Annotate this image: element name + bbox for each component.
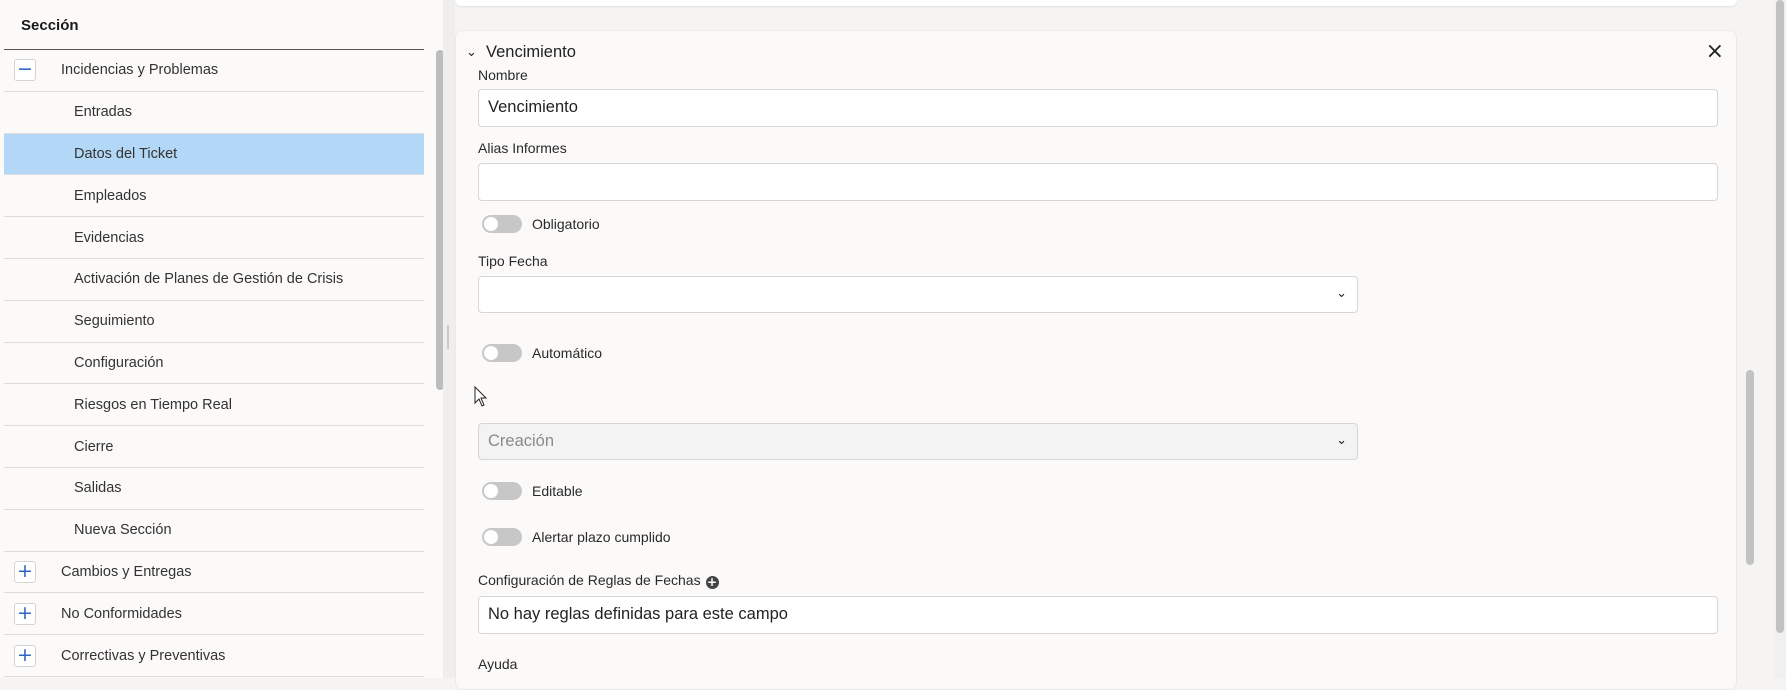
nombre-label: Nombre [478, 67, 528, 83]
tipo-fecha-label: Tipo Fecha [478, 253, 548, 269]
page-scrollbar-thumb[interactable] [1776, 0, 1784, 633]
tree-item-entradas[interactable]: Entradas [4, 92, 424, 134]
tree-item-riesgos[interactable]: Riesgos en Tiempo Real [4, 384, 424, 427]
section-tree: − Incidencias y Problemas Entradas Datos… [4, 50, 424, 677]
tree-item-label: Salidas [74, 480, 122, 497]
page-scrollbar[interactable] [1774, 0, 1786, 678]
tree-item-cierre[interactable]: Cierre [4, 426, 424, 468]
switch-knob [484, 346, 498, 360]
card-title: Vencimiento [486, 43, 576, 61]
tree-group-label: Correctivas y Preventivas [61, 647, 226, 664]
tree-item-salidas[interactable]: Salidas [4, 468, 424, 510]
nombre-input[interactable]: Vencimiento [478, 89, 1718, 127]
editable-toggle-row: Editable [482, 482, 583, 500]
tree-item-label: Nueva Sección [74, 522, 172, 539]
ayuda-label: Ayuda [478, 656, 518, 672]
tree-item-label: Activación de Planes de Gestión de Crisi… [74, 271, 344, 288]
obligatorio-label: Obligatorio [532, 216, 600, 232]
tree-item-label: Cierre [74, 438, 114, 455]
tree-item-label: Evidencias [74, 229, 145, 246]
automatico-select-value: Creación [488, 432, 555, 450]
alias-input[interactable] [478, 163, 1718, 201]
reglas-label-row: Configuración de Reglas de Fechas + [478, 572, 719, 589]
automatico-select[interactable]: Creación ⌄ [478, 423, 1358, 460]
tree-item-evidencias[interactable]: Evidencias [4, 217, 424, 259]
switch-knob [484, 530, 498, 544]
card-scrollbar[interactable] [1746, 370, 1754, 565]
tree-item-seguimiento[interactable]: Seguimiento [4, 301, 424, 343]
automatico-toggle-row: Automático [482, 344, 602, 362]
close-icon[interactable]: × [1706, 39, 1724, 64]
expand-icon[interactable]: + [14, 560, 36, 583]
tree-group-label: Incidencias y Problemas [61, 62, 219, 79]
tree-item-label: Empleados [74, 187, 147, 204]
section-tree-panel: Sección − Incidencias y Problemas Entrad… [0, 0, 448, 678]
tree-group-cambios[interactable]: + Cambios y Entregas [4, 552, 424, 594]
reglas-display: No hay reglas definidas para este campo [478, 596, 1718, 634]
alertar-toggle-row: Alertar plazo cumplido [482, 528, 671, 546]
add-rule-icon[interactable]: + [705, 576, 719, 589]
reglas-label: Configuración de Reglas de Fechas [478, 572, 701, 588]
switch-knob [484, 217, 498, 231]
tipo-fecha-select[interactable]: ⌄ [478, 276, 1358, 313]
automatico-switch[interactable] [482, 344, 522, 362]
tree-item-label: Entradas [74, 104, 133, 121]
field-config-card: ⌄ Vencimiento × Nombre Vencimiento Alias… [455, 30, 1737, 690]
tree-item-datos-del-ticket[interactable]: Datos del Ticket [4, 133, 424, 176]
collapse-icon[interactable]: − [14, 59, 36, 82]
tree-item-label: Seguimiento [74, 313, 155, 330]
tree-item-empleados[interactable]: Empleados [4, 175, 424, 218]
panel-splitter[interactable] [443, 0, 455, 678]
alertar-switch[interactable] [482, 528, 522, 546]
alertar-label: Alertar plazo cumplido [532, 529, 671, 545]
chevron-down-icon: ⌄ [1336, 433, 1347, 448]
tree-item-activacion-planes[interactable]: Activación de Planes de Gestión de Crisi… [4, 259, 424, 301]
card-header[interactable]: ⌄ Vencimiento [466, 43, 576, 62]
mouse-cursor-icon [474, 386, 488, 407]
tree-item-nueva-seccion[interactable]: Nueva Sección [4, 510, 424, 552]
splitter-grip-icon [447, 325, 449, 349]
previous-card-edge [455, 0, 1737, 6]
tree-item-label: Datos del Ticket [74, 145, 178, 162]
tree-group-incidencias[interactable]: − Incidencias y Problemas [4, 50, 424, 92]
chevron-down-icon: ⌄ [1336, 286, 1347, 301]
tree-group-label: No Conformidades [61, 605, 182, 622]
tree-group-label: Cambios y Entregas [61, 563, 192, 580]
obligatorio-switch[interactable] [482, 215, 522, 233]
chevron-down-icon[interactable]: ⌄ [466, 45, 480, 60]
tree-group-no-conformidades[interactable]: + No Conformidades [4, 593, 424, 636]
obligatorio-toggle-row: Obligatorio [482, 215, 600, 233]
section-header: Sección [4, 0, 424, 50]
expand-icon[interactable]: + [14, 644, 36, 667]
tree-group-correctivas[interactable]: + Correctivas y Preventivas [4, 635, 424, 677]
editable-switch[interactable] [482, 482, 522, 500]
alias-label: Alias Informes [478, 140, 567, 156]
tree-item-configuracion[interactable]: Configuración [4, 343, 424, 385]
tree-item-label: Riesgos en Tiempo Real [74, 396, 232, 413]
expand-icon[interactable]: + [14, 602, 36, 625]
switch-knob [484, 484, 498, 498]
automatico-label: Automático [532, 345, 603, 361]
editable-label: Editable [532, 483, 583, 499]
tree-item-label: Configuración [74, 354, 164, 371]
